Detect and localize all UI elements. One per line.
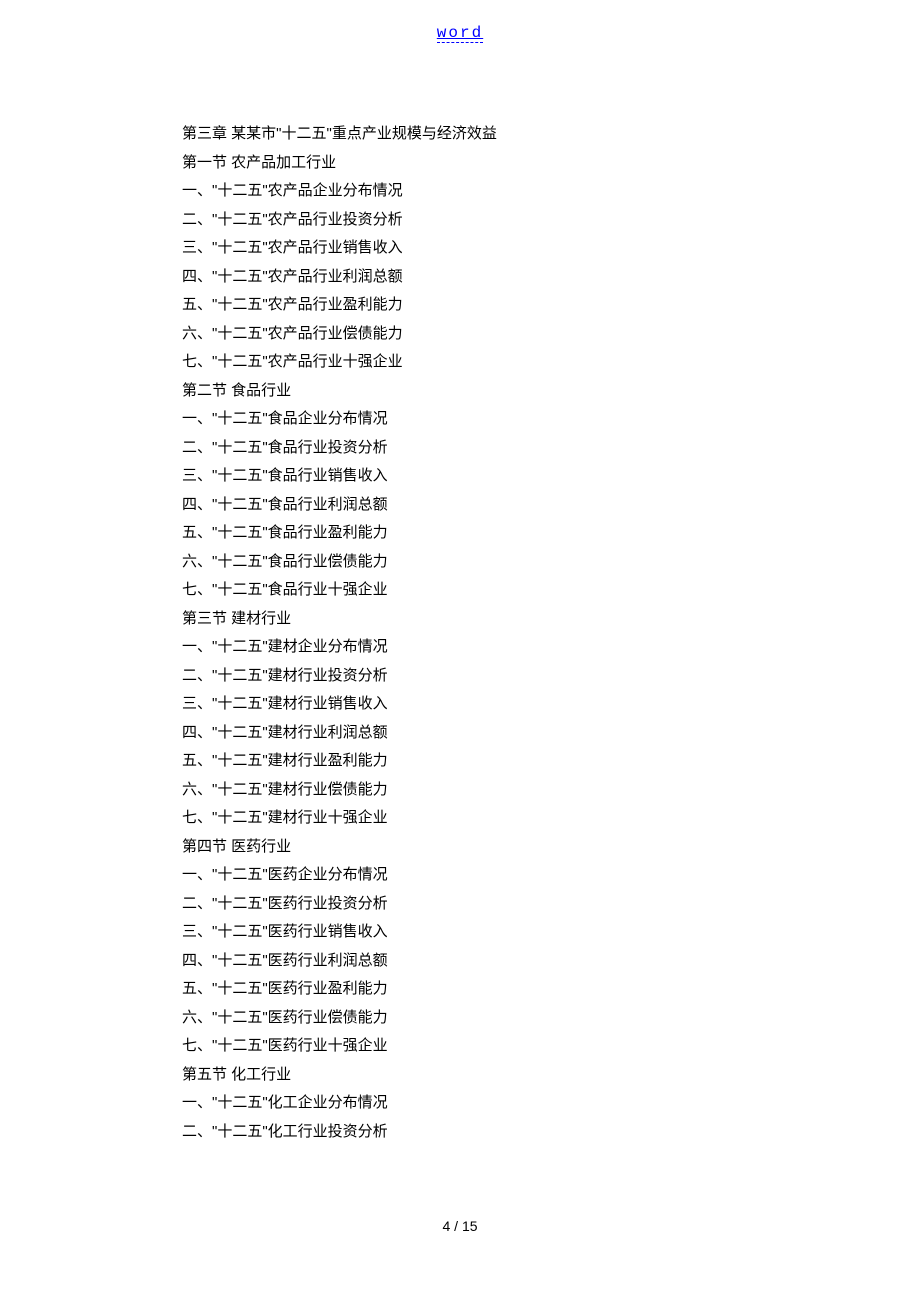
toc-line: 第五节 化工行业 — [182, 1061, 742, 1090]
header-link[interactable]: word — [0, 24, 920, 42]
toc-line: 二、"十二五"食品行业投资分析 — [182, 434, 742, 463]
header-link-text: word — [437, 24, 483, 43]
toc-line: 第二节 食品行业 — [182, 377, 742, 406]
toc-line: 七、"十二五"建材行业十强企业 — [182, 804, 742, 833]
toc-line: 二、"十二五"建材行业投资分析 — [182, 662, 742, 691]
toc-line: 一、"十二五"食品企业分布情况 — [182, 405, 742, 434]
toc-line: 五、"十二五"农产品行业盈利能力 — [182, 291, 742, 320]
toc-line: 六、"十二五"医药行业偿债能力 — [182, 1004, 742, 1033]
toc-line: 六、"十二五"建材行业偿债能力 — [182, 776, 742, 805]
toc-line: 二、"十二五"医药行业投资分析 — [182, 890, 742, 919]
toc-line: 六、"十二五"农产品行业偿债能力 — [182, 320, 742, 349]
toc-line: 第三节 建材行业 — [182, 605, 742, 634]
page-indicator: 4 / 15 — [442, 1218, 477, 1234]
toc-line: 二、"十二五"农产品行业投资分析 — [182, 206, 742, 235]
toc-line: 四、"十二五"食品行业利润总额 — [182, 491, 742, 520]
toc-line: 第三章 某某市"十二五"重点产业规模与经济效益 — [182, 120, 742, 149]
toc-line: 三、"十二五"农产品行业销售收入 — [182, 234, 742, 263]
toc-line: 七、"十二五"医药行业十强企业 — [182, 1032, 742, 1061]
toc-line: 一、"十二五"农产品企业分布情况 — [182, 177, 742, 206]
toc-line: 四、"十二五"建材行业利润总额 — [182, 719, 742, 748]
toc-line: 一、"十二五"建材企业分布情况 — [182, 633, 742, 662]
toc-line: 三、"十二五"食品行业销售收入 — [182, 462, 742, 491]
toc-line: 三、"十二五"建材行业销售收入 — [182, 690, 742, 719]
toc-line: 二、"十二五"化工行业投资分析 — [182, 1118, 742, 1147]
toc-line: 三、"十二五"医药行业销售收入 — [182, 918, 742, 947]
toc-line: 第四节 医药行业 — [182, 833, 742, 862]
document-page: word 第三章 某某市"十二五"重点产业规模与经济效益 第一节 农产品加工行业… — [0, 0, 920, 1302]
toc-line: 第一节 农产品加工行业 — [182, 149, 742, 178]
page-footer: 4 / 15 — [0, 1218, 920, 1234]
toc-content: 第三章 某某市"十二五"重点产业规模与经济效益 第一节 农产品加工行业 一、"十… — [182, 120, 742, 1146]
toc-line: 六、"十二五"食品行业偿债能力 — [182, 548, 742, 577]
toc-line: 一、"十二五"化工企业分布情况 — [182, 1089, 742, 1118]
toc-line: 五、"十二五"医药行业盈利能力 — [182, 975, 742, 1004]
toc-line: 一、"十二五"医药企业分布情况 — [182, 861, 742, 890]
toc-line: 七、"十二五"食品行业十强企业 — [182, 576, 742, 605]
toc-line: 五、"十二五"食品行业盈利能力 — [182, 519, 742, 548]
toc-line: 四、"十二五"农产品行业利润总额 — [182, 263, 742, 292]
toc-line: 四、"十二五"医药行业利润总额 — [182, 947, 742, 976]
toc-line: 五、"十二五"建材行业盈利能力 — [182, 747, 742, 776]
toc-line: 七、"十二五"农产品行业十强企业 — [182, 348, 742, 377]
